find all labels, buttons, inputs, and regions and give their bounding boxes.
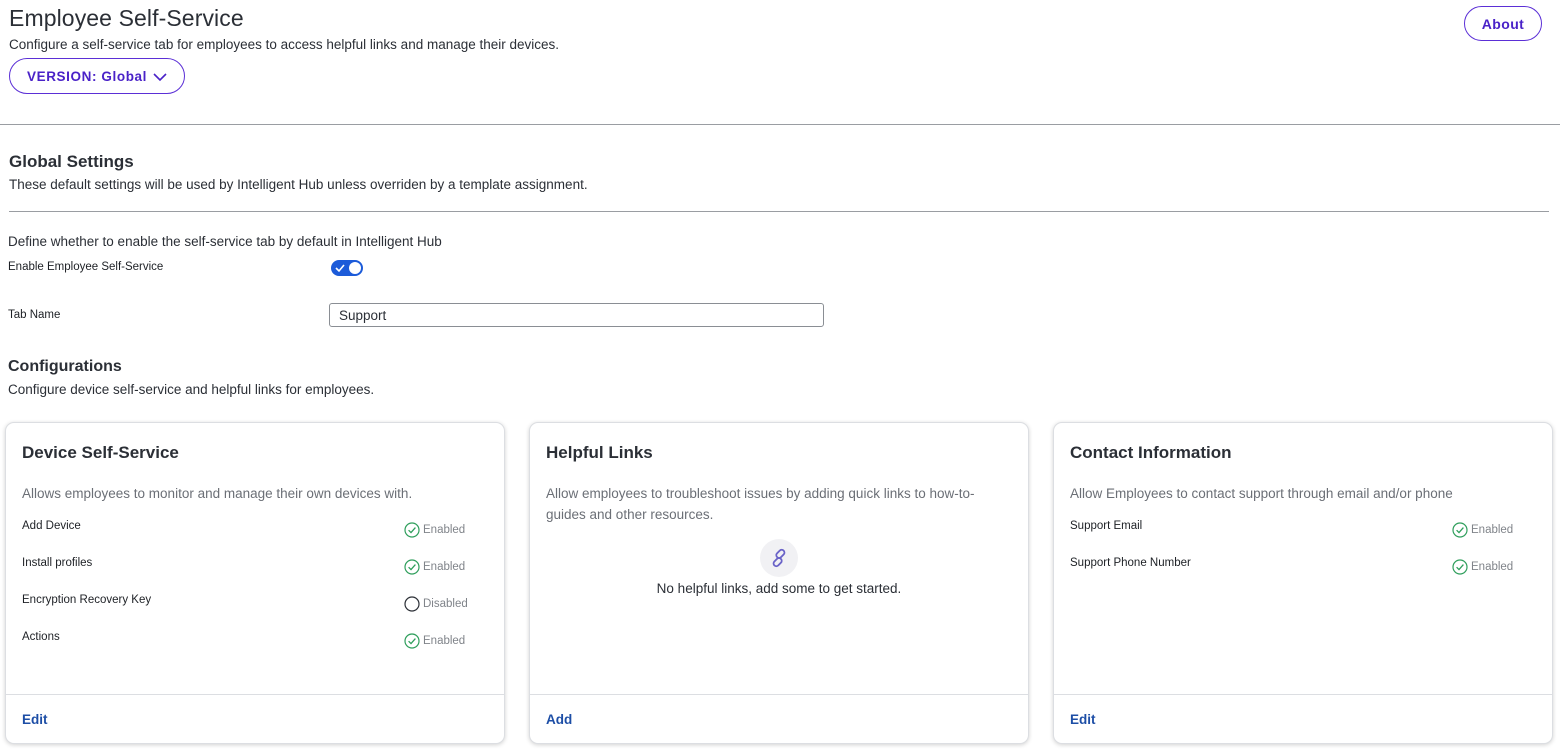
edit-contact-information-button[interactable]: Edit: [1070, 712, 1096, 727]
card-description: Allows employees to monitor and manage t…: [22, 486, 413, 501]
status-badge: Enabled: [404, 522, 465, 538]
link-icon: [760, 539, 798, 577]
edit-device-self-service-button[interactable]: Edit: [22, 712, 48, 727]
status-badge: Enabled: [404, 559, 465, 575]
status-badge: Enabled: [404, 633, 465, 649]
configurations-description: Configure device self-service and helpfu…: [8, 382, 375, 397]
check-circle-icon: [404, 522, 420, 538]
status-badge: Disabled: [404, 596, 468, 612]
setting-label: Install profiles: [22, 557, 93, 569]
contact-information-card: Contact Information Allow Employees to c…: [1053, 422, 1553, 744]
status-text: Enabled: [1471, 561, 1514, 573]
card-footer-divider: [6, 694, 504, 695]
global-settings-description: These default settings will be used by I…: [9, 177, 588, 192]
device-self-service-card: Device Self-Service Allows employees to …: [5, 422, 505, 744]
card-title: Helpful Links: [546, 443, 653, 462]
check-circle-icon: [404, 633, 420, 649]
tab-name-input[interactable]: [329, 303, 824, 327]
setting-label: Encryption Recovery Key: [22, 594, 152, 606]
empty-circle-icon: [404, 596, 420, 612]
setting-label: Support Email: [1070, 520, 1143, 532]
helpful-links-card: Helpful Links Allow employees to trouble…: [529, 422, 1029, 744]
configurations-title: Configurations: [8, 358, 122, 375]
status-badge: Enabled: [1452, 559, 1513, 575]
status-text: Enabled: [423, 561, 466, 573]
version-dropdown-button[interactable]: VERSION: Global: [9, 58, 185, 94]
about-button[interactable]: About: [1464, 6, 1542, 41]
global-settings-divider: [9, 211, 1549, 212]
status-text: Enabled: [423, 635, 466, 647]
enable-self-service-toggle[interactable]: [331, 260, 363, 276]
chevron-down-icon: [153, 73, 167, 82]
global-settings-title: Global Settings: [9, 152, 134, 171]
status-text: Disabled: [423, 598, 468, 610]
check-circle-icon: [1452, 559, 1468, 575]
card-footer-divider: [1054, 694, 1552, 695]
toggle-knob: [349, 262, 361, 274]
card-footer-divider: [530, 694, 1028, 695]
card-title: Contact Information: [1070, 443, 1232, 462]
page-subtitle: Configure a self-service tab for employe…: [9, 37, 560, 52]
version-label: VERSION: Global: [26, 68, 147, 84]
card-description: Allow Employees to contact support throu…: [1070, 486, 1453, 501]
card-description: Allow employees to troubleshoot issues b…: [546, 486, 975, 522]
setting-label: Add Device: [22, 520, 81, 532]
page-title: Employee Self-Service: [9, 5, 244, 31]
check-circle-icon: [1452, 522, 1468, 538]
check-icon: [335, 264, 345, 273]
tab-name-label: Tab Name: [8, 309, 61, 321]
card-title: Device Self-Service: [22, 443, 179, 462]
add-helpful-link-button[interactable]: Add: [546, 712, 572, 727]
status-text: Enabled: [423, 524, 466, 536]
status-text: Enabled: [1471, 524, 1514, 536]
employee-self-service-page: Employee Self-Service Configure a self-s…: [0, 0, 1560, 752]
check-circle-icon: [404, 559, 420, 575]
setting-label: Actions: [22, 631, 60, 643]
enable-definition-text: Define whether to enable the self-servic…: [8, 234, 442, 249]
empty-links-message: No helpful links, add some to get starte…: [656, 581, 902, 596]
setting-label: Support Phone Number: [1070, 557, 1191, 569]
header-divider: [0, 124, 1560, 125]
enable-self-service-label: Enable Employee Self-Service: [8, 261, 164, 273]
status-badge: Enabled: [1452, 522, 1513, 538]
